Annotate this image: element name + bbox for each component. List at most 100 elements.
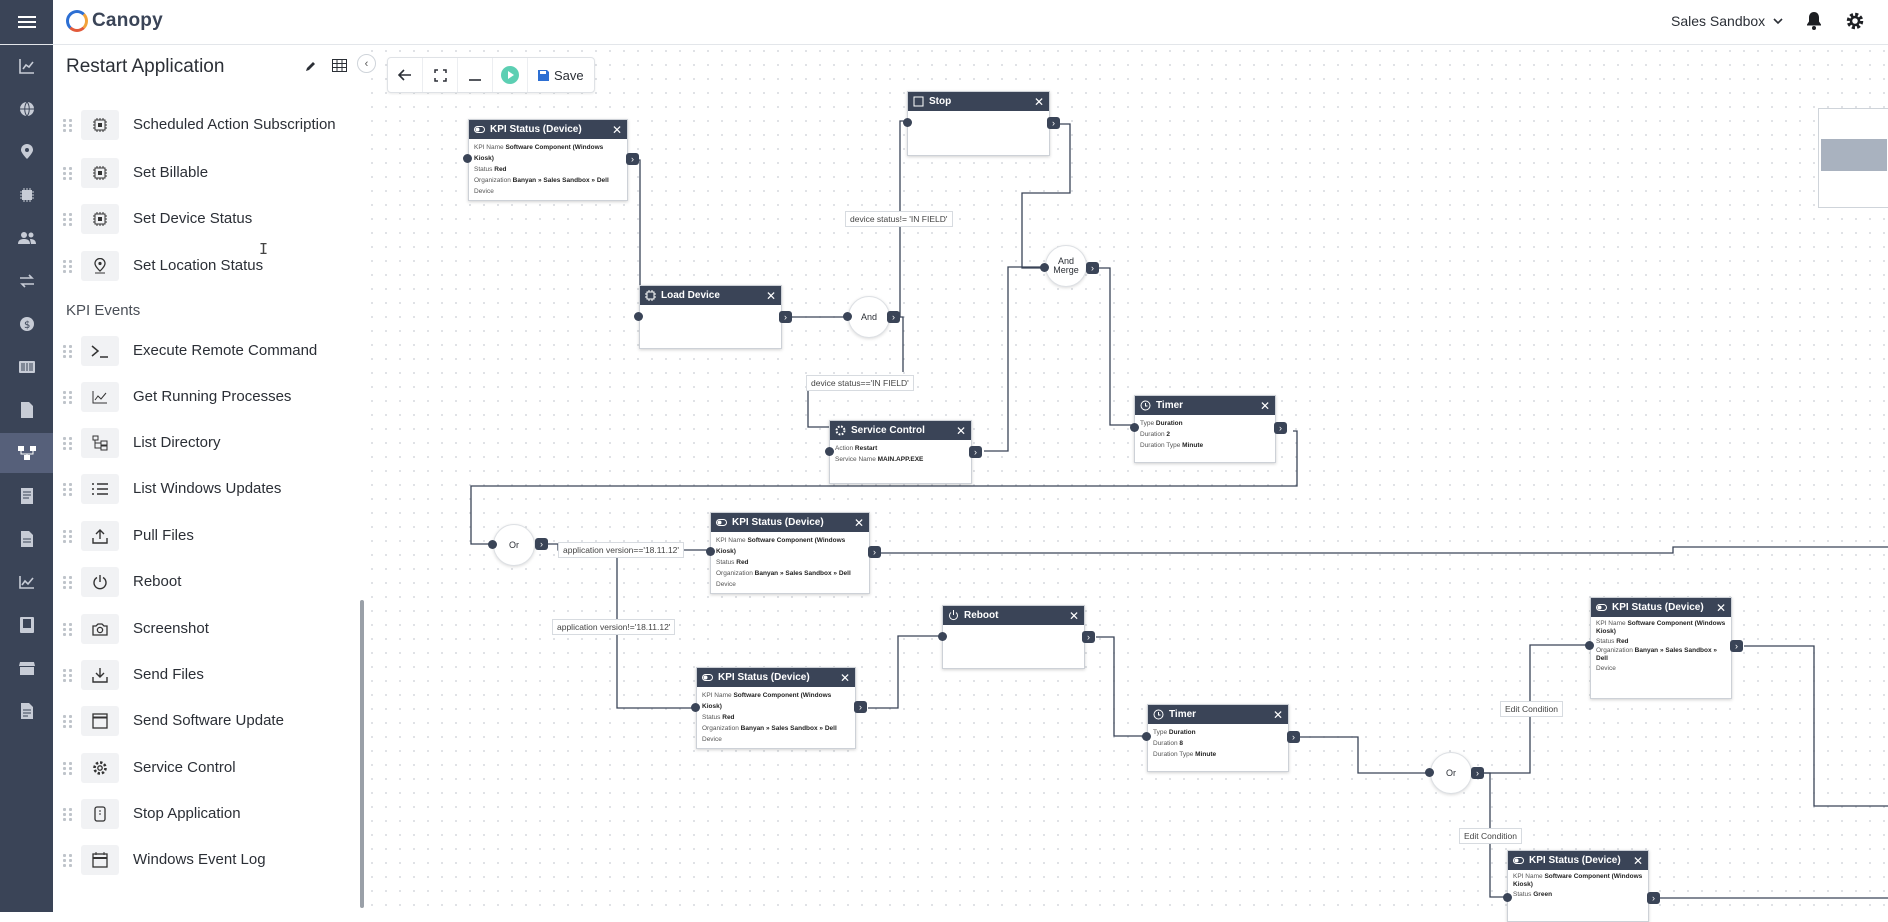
node-reboot[interactable]: Reboot ✕ bbox=[942, 605, 1085, 669]
input-port[interactable] bbox=[1425, 768, 1434, 777]
input-port[interactable] bbox=[938, 632, 947, 641]
node-kpi-status-5[interactable]: KPI Status (Device) ✕ KPI Name Software C… bbox=[1507, 850, 1649, 922]
node-title: Timer bbox=[1169, 709, 1197, 720]
node-kpi-status-3[interactable]: KPI Status (Device) ✕ KPI Name Software C… bbox=[696, 667, 856, 749]
node-header[interactable]: KPI Status (Device) ✕ bbox=[711, 513, 869, 532]
gear-icon[interactable] bbox=[1845, 11, 1865, 31]
output-port[interactable]: › bbox=[626, 153, 639, 165]
node-header[interactable]: Service Control ✕ bbox=[830, 421, 971, 440]
node-timer-2[interactable]: Timer ✕ Type Duration Duration 8 Duration… bbox=[1147, 704, 1289, 772]
tenant-selector[interactable]: Sales Sandbox bbox=[1671, 13, 1783, 29]
node-title: Stop bbox=[929, 96, 952, 107]
node-header[interactable]: KPI Status (Device) ✕ bbox=[1508, 851, 1648, 870]
output-port[interactable]: › bbox=[1647, 892, 1660, 904]
node-title: Timer bbox=[1156, 400, 1184, 411]
gate-and[interactable]: And bbox=[848, 296, 890, 338]
output-port[interactable]: › bbox=[887, 311, 900, 323]
node-header[interactable]: KPI Status (Device) ✕ bbox=[697, 668, 855, 687]
node-title: Service Control bbox=[851, 425, 925, 436]
input-port[interactable] bbox=[634, 312, 643, 321]
node-header[interactable]: Load Device ✕ bbox=[640, 286, 781, 305]
input-port[interactable] bbox=[1142, 732, 1151, 741]
input-port[interactable] bbox=[488, 540, 497, 549]
close-icon[interactable]: ✕ bbox=[1260, 399, 1270, 413]
output-port[interactable]: › bbox=[1274, 422, 1287, 434]
input-port[interactable] bbox=[706, 547, 715, 556]
condition-label[interactable]: Edit Condition bbox=[1459, 828, 1522, 844]
node-stop[interactable]: Stop ✕ bbox=[907, 91, 1050, 156]
output-port[interactable]: › bbox=[1082, 631, 1095, 643]
brand-name: Canopy bbox=[92, 10, 163, 31]
input-port[interactable] bbox=[463, 154, 472, 163]
power-icon bbox=[949, 610, 958, 621]
output-port[interactable]: › bbox=[779, 311, 792, 323]
node-title: KPI Status (Device) bbox=[1529, 855, 1621, 866]
output-port[interactable]: › bbox=[535, 538, 548, 550]
node-header[interactable]: Timer ✕ bbox=[1135, 396, 1275, 415]
chevron-down-icon bbox=[1773, 17, 1783, 24]
close-icon[interactable]: ✕ bbox=[1034, 95, 1044, 109]
node-header[interactable]: KPI Status (Device) ✕ bbox=[469, 120, 627, 139]
back-button[interactable] bbox=[388, 58, 423, 92]
output-port[interactable]: › bbox=[1047, 117, 1060, 129]
output-port[interactable]: › bbox=[1086, 262, 1099, 274]
canopy-logo-icon bbox=[66, 10, 88, 32]
run-button[interactable] bbox=[493, 58, 528, 92]
input-port[interactable] bbox=[1040, 263, 1049, 272]
floppy-icon bbox=[538, 69, 549, 81]
gate-and-merge[interactable]: And Merge bbox=[1045, 245, 1087, 287]
input-port[interactable] bbox=[843, 312, 852, 321]
close-icon[interactable]: ✕ bbox=[1273, 708, 1283, 722]
node-title: KPI Status (Device) bbox=[718, 672, 810, 683]
close-icon[interactable]: ✕ bbox=[840, 671, 850, 685]
input-port[interactable] bbox=[1503, 893, 1512, 902]
close-icon[interactable]: ✕ bbox=[766, 289, 776, 303]
output-port[interactable]: › bbox=[969, 446, 982, 458]
node-body: Action Restart Service Name MAIN.APP.EXE bbox=[835, 445, 924, 463]
node-kpi-status-2[interactable]: KPI Status (Device) ✕ KPI Name Software C… bbox=[710, 512, 870, 594]
output-port[interactable]: › bbox=[868, 546, 881, 558]
input-port[interactable] bbox=[1130, 423, 1139, 432]
output-port[interactable]: › bbox=[1471, 767, 1484, 779]
menu-icon[interactable] bbox=[0, 0, 53, 44]
close-icon[interactable]: ✕ bbox=[1633, 854, 1643, 868]
node-title: Reboot bbox=[964, 610, 999, 621]
gate-or-1[interactable]: Or bbox=[493, 524, 535, 566]
logo[interactable]: Canopy bbox=[66, 10, 163, 32]
close-icon[interactable]: ✕ bbox=[612, 123, 622, 137]
input-port[interactable] bbox=[825, 447, 834, 456]
fullscreen-button[interactable] bbox=[423, 58, 458, 92]
minimize-button[interactable] bbox=[458, 58, 493, 92]
output-port[interactable]: › bbox=[854, 701, 867, 713]
gate-label: Or bbox=[1446, 767, 1456, 778]
condition-label[interactable]: Edit Condition bbox=[1500, 701, 1563, 717]
node-kpi-status-1[interactable]: KPI Status (Device) ✕ KPI Name Software C… bbox=[468, 119, 628, 201]
condition-label[interactable]: application version!='18.11.12' bbox=[552, 619, 676, 635]
output-port[interactable]: › bbox=[1287, 731, 1300, 743]
node-service-control[interactable]: Service Control ✕ Action Restart Service … bbox=[829, 420, 972, 484]
output-port[interactable]: › bbox=[1730, 640, 1743, 652]
condition-label[interactable]: device status=='IN FIELD' bbox=[806, 375, 914, 391]
node-load-device[interactable]: Load Device ✕ bbox=[639, 285, 782, 349]
gate-or-2[interactable]: Or bbox=[1430, 752, 1472, 794]
close-icon[interactable]: ✕ bbox=[1716, 601, 1726, 615]
node-header[interactable]: Timer ✕ bbox=[1148, 705, 1288, 724]
condition-label[interactable]: application version=='18.11.12' bbox=[558, 542, 685, 558]
close-icon[interactable]: ✕ bbox=[956, 424, 966, 438]
node-timer-1[interactable]: Timer ✕ Type Duration Duration 2 Duration… bbox=[1134, 395, 1276, 463]
condition-label[interactable]: device status!= 'IN FIELD' bbox=[845, 211, 953, 227]
canvas-minimap[interactable] bbox=[1818, 108, 1888, 208]
input-port[interactable] bbox=[1585, 641, 1594, 650]
node-kpi-status-4[interactable]: KPI Status (Device) ✕ KPI Name Software C… bbox=[1590, 597, 1732, 699]
collapse-palette-button[interactable]: ‹ bbox=[357, 54, 376, 73]
close-icon[interactable]: ✕ bbox=[1069, 609, 1079, 623]
input-port[interactable] bbox=[691, 703, 700, 712]
node-header[interactable]: Stop ✕ bbox=[908, 92, 1049, 111]
node-header[interactable]: KPI Status (Device) ✕ bbox=[1591, 598, 1731, 617]
input-port[interactable] bbox=[903, 118, 912, 127]
node-header[interactable]: Reboot ✕ bbox=[943, 606, 1084, 625]
close-icon[interactable]: ✕ bbox=[854, 516, 864, 530]
bell-icon[interactable] bbox=[1805, 11, 1823, 31]
save-button[interactable]: Save bbox=[528, 68, 594, 83]
gear-icon bbox=[835, 425, 846, 436]
